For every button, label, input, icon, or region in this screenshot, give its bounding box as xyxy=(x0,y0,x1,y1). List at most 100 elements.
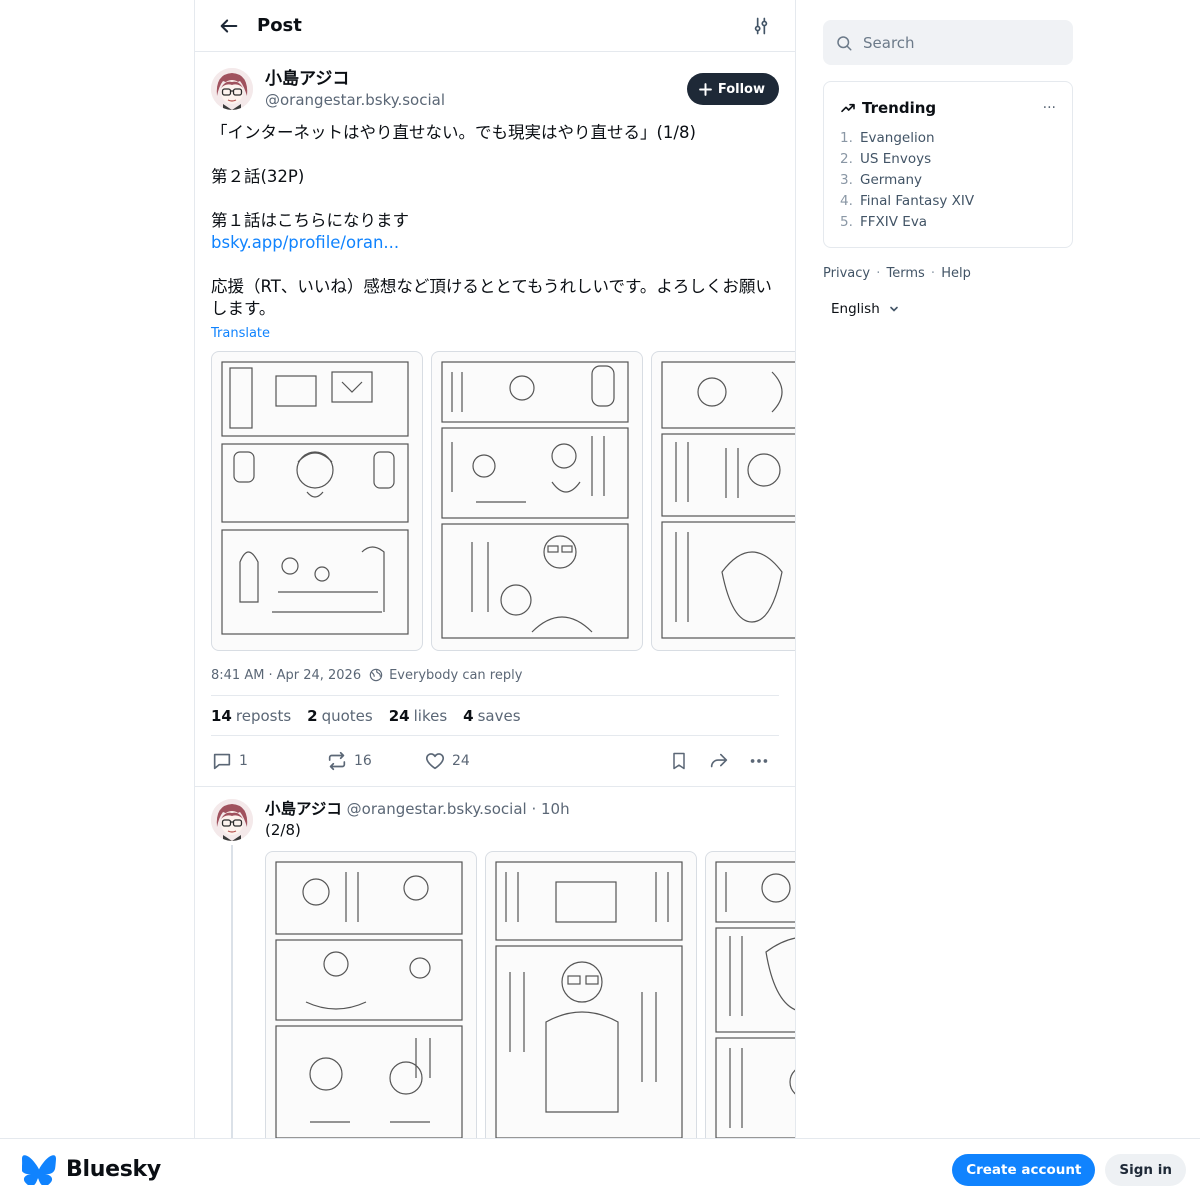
quotes-label: quotes xyxy=(321,706,373,725)
right-sidebar: Search Trending ··· 1. Evangelion 2. US En… xyxy=(823,20,1073,317)
page-title: Post xyxy=(257,15,302,36)
like-count: 24 xyxy=(452,753,470,769)
manga-page-image[interactable] xyxy=(485,851,697,1138)
help-link[interactable]: Help xyxy=(941,266,971,281)
trending-item[interactable]: 4. Final Fantasy XIV xyxy=(840,191,1056,212)
search-input[interactable]: Search xyxy=(823,20,1073,65)
likes-label: likes xyxy=(413,706,448,725)
reply-post[interactable]: 小島アジコ @orangestar.bsky.social · 10h (2/8… xyxy=(195,786,795,1138)
share-button[interactable] xyxy=(699,750,739,772)
likes-stat[interactable]: 24 likes xyxy=(389,707,447,725)
manga-page-image[interactable] xyxy=(705,851,795,1138)
separator-dot: · xyxy=(926,266,940,281)
post-meta: 8:41 AM · Apr 24, 2026 Everybody can rep… xyxy=(211,667,779,683)
post-author-row: 小島アジコ @orangestar.bsky.social Follow xyxy=(211,68,779,110)
trending-item[interactable]: 3. Germany xyxy=(840,170,1056,191)
saves-label: saves xyxy=(477,706,521,725)
reply-setting[interactable]: Everybody can reply xyxy=(369,668,522,683)
repost-icon xyxy=(328,751,346,771)
chevron-down-icon xyxy=(889,306,898,312)
image-gallery xyxy=(265,851,795,1138)
engagement-stats: 14 reposts 2 quotes 24 likes 4 saves xyxy=(211,695,779,736)
share-icon xyxy=(710,753,728,768)
quotes-stat[interactable]: 2 quotes xyxy=(307,707,373,725)
more-options-button[interactable] xyxy=(739,750,779,772)
create-account-button[interactable]: Create account xyxy=(952,1153,1096,1186)
post-text-line: 「インターネットはやり直せない。でも現実はやり直せる」(1/8) xyxy=(211,123,696,142)
reply-author-name[interactable]: 小島アジコ xyxy=(265,800,342,818)
manga-page-image[interactable] xyxy=(265,851,477,1138)
bookmark-button[interactable] xyxy=(659,751,699,771)
reply-text: (2/8) xyxy=(265,821,301,839)
manga-page-image[interactable] xyxy=(211,351,423,651)
separator-dot: · xyxy=(872,266,885,281)
back-button[interactable] xyxy=(215,12,243,40)
like-button[interactable]: 24 xyxy=(424,750,659,772)
reply-button[interactable]: 1 xyxy=(211,750,326,772)
footer-links: Privacy · Terms · Help xyxy=(823,266,1073,281)
manga-page-image[interactable] xyxy=(651,351,795,651)
manga-page-image[interactable] xyxy=(431,351,643,651)
repost-button[interactable]: 16 xyxy=(326,750,424,772)
separator-dot: · xyxy=(531,800,537,818)
language-label: English xyxy=(831,301,880,317)
arrow-left-icon xyxy=(220,18,238,33)
thread-settings-button[interactable] xyxy=(747,12,775,40)
sliders-icon xyxy=(754,17,768,34)
follow-button[interactable]: Follow xyxy=(686,73,779,105)
trending-label: Evangelion xyxy=(860,130,935,146)
privacy-link[interactable]: Privacy xyxy=(823,266,870,281)
bookmark-icon xyxy=(673,752,685,770)
avatar[interactable] xyxy=(211,799,253,841)
trending-item[interactable]: 5. FFXIV Eva xyxy=(840,212,1056,233)
saves-stat[interactable]: 4 saves xyxy=(463,707,520,725)
butterfly-logo-icon xyxy=(22,1154,56,1185)
author-meta: 小島アジコ @orangestar.bsky.social xyxy=(265,69,687,110)
trending-label: FFXIV Eva xyxy=(860,214,928,230)
reply-age: 10h xyxy=(541,800,570,818)
reply-count: 1 xyxy=(239,753,248,769)
manga-page-drawing xyxy=(715,861,795,1138)
search-placeholder: Search xyxy=(863,33,915,52)
sign-in-button[interactable]: Sign in xyxy=(1105,1153,1186,1186)
reposts-label: reposts xyxy=(235,706,292,725)
avatar[interactable] xyxy=(211,68,253,110)
translate-link[interactable]: Translate xyxy=(211,326,779,341)
reply-setting-label: Everybody can reply xyxy=(389,667,523,683)
post-date: Apr 24, 2026 xyxy=(276,667,362,683)
ellipsis-icon xyxy=(750,759,768,763)
post-actions: 1 16 24 xyxy=(211,736,779,786)
thread-line xyxy=(231,845,233,1138)
quotes-count: 2 xyxy=(307,706,318,725)
author-handle[interactable]: @orangestar.bsky.social xyxy=(265,90,687,110)
manga-page-drawing xyxy=(441,361,629,639)
main-post: 小島アジコ @orangestar.bsky.social Follow 「イン… xyxy=(195,52,795,786)
manga-page-drawing xyxy=(661,361,795,639)
manga-page-drawing xyxy=(275,861,463,1138)
image-gallery xyxy=(211,351,795,651)
trending-arrow-icon xyxy=(841,103,855,113)
trending-more-button[interactable]: ··· xyxy=(1043,100,1056,116)
post-text: 「インターネットはやり直せない。でも現実はやり直せる」(1/8) 第２話(32P… xyxy=(211,122,779,320)
post-link[interactable]: bsky.app/profile/oran... xyxy=(211,233,399,252)
language-select[interactable]: English xyxy=(831,301,1073,317)
brand-name: Bluesky xyxy=(66,1157,161,1182)
trending-item[interactable]: 2. US Envoys xyxy=(840,149,1056,170)
plus-icon xyxy=(698,82,712,96)
brand[interactable]: Bluesky xyxy=(22,1154,952,1185)
reposts-stat[interactable]: 14 reposts xyxy=(211,707,291,725)
terms-link[interactable]: Terms xyxy=(886,266,924,281)
trending-label: Germany xyxy=(860,172,923,188)
trending-panel: Trending ··· 1. Evangelion 2. US Envoys 3.… xyxy=(823,81,1073,248)
post-time: 8:41 AM xyxy=(211,667,265,683)
follow-label: Follow xyxy=(717,81,765,97)
trending-rank: 1. xyxy=(840,130,853,146)
separator-dot: · xyxy=(268,667,273,683)
trending-label: US Envoys xyxy=(860,151,932,167)
trending-item[interactable]: 1. Evangelion xyxy=(840,128,1056,149)
author-display-name[interactable]: 小島アジコ xyxy=(265,69,687,90)
reply-author-line: 小島アジコ @orangestar.bsky.social · 10h xyxy=(265,799,570,819)
reply-author-handle[interactable]: @orangestar.bsky.social xyxy=(347,800,527,818)
avatar-image xyxy=(211,68,253,110)
trending-list: 1. Evangelion 2. US Envoys 3. Germany 4. Fin… xyxy=(840,128,1056,233)
